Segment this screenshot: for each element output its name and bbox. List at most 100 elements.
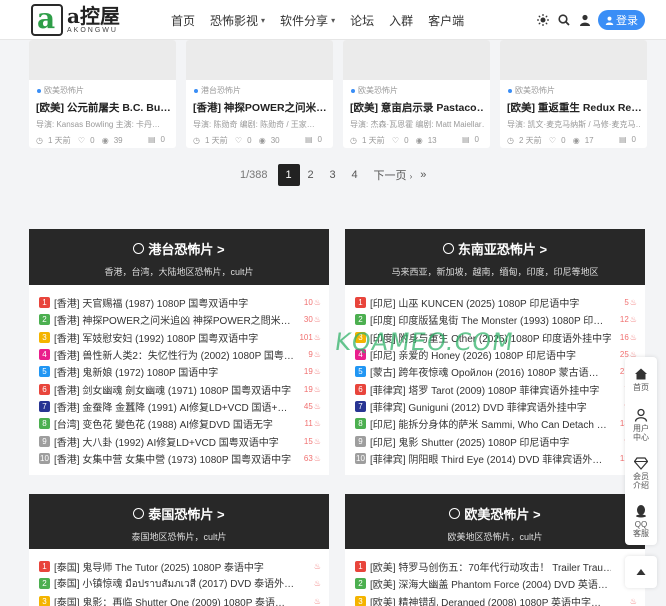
- nav-client[interactable]: 客户端: [428, 12, 464, 29]
- list-item[interactable]: 6[菲律宾] 塔罗 Tarot (2009) 1080P 菲律宾语外挂中字7♨: [355, 380, 637, 397]
- box-title[interactable]: 欧美恐怖片 >: [464, 504, 540, 523]
- back-to-top-button[interactable]: [625, 556, 657, 588]
- post-meta: 导演: 陈勋奇 编剧: 陈勋奇 / 王家…: [193, 120, 315, 129]
- list-item[interactable]: 4 [印尼] 亲爱的 Honey (2026) 1080P 印尼语中字 25 ♨: [355, 346, 637, 363]
- post-title[interactable]: [香港] 神探POWER之问米…: [193, 100, 327, 115]
- list-item[interactable]: 8[印尼] 能拆分身体的萨米 Sammi, Who Can Detach …13…: [355, 415, 637, 432]
- box-title[interactable]: 泰国恐怖片 >: [148, 504, 224, 523]
- list-item[interactable]: 7[菲律宾] Guniguni (2012) DVD 菲律宾语外挂中字9♨: [355, 398, 637, 415]
- list-item[interactable]: 1 [香港] 天官赐福 (1987) 1080P 国粤双语中字 10 ♨: [39, 294, 321, 311]
- category-box-sea: 东南亚恐怖片 > 马来西亚，新加坡，越南，缅甸，印度，印尼等地区 1 [印尼] 山…: [345, 229, 645, 475]
- post-thumbnail[interactable]: [343, 40, 490, 80]
- page-4[interactable]: 4: [344, 164, 366, 186]
- box-title[interactable]: 港台恐怖片 >: [148, 239, 224, 258]
- box-list: 1 [香港] 天官赐福 (1987) 1080P 国粤双语中字 10 ♨ 2 [香港] …: [29, 285, 329, 467]
- heart-icon: ♡: [77, 136, 86, 145]
- site-header: a a控屋 AKONGWU 首页 恐怖影视 ▾ 软件分享 ▾ 论坛 入群 客户端 登…: [0, 0, 666, 40]
- list-item[interactable]: 1 [泰国] 鬼导师 The Tutor (2025) 1080P 泰语中字 ♨: [39, 558, 321, 575]
- category-box-hktw: 港台恐怖片 > 香港，台湾，大陆地区恐怖片，cult片 1 [香港] 天官赐福 (…: [29, 229, 329, 475]
- box-subtitle: 马来西亚，新加坡，越南，缅甸，印度，印尼等地区: [391, 267, 599, 277]
- list-item[interactable]: 2 [印度] 印度版猛鬼街 The Monster (1993) 1080P 印……: [355, 311, 637, 328]
- post-card[interactable]: 欧美恐怖片 [欧美] 公元前屠夫 B.C. Bu… 导演: Kansas Bow…: [29, 40, 176, 148]
- list-item[interactable]: 6 [香港] 剑女幽魂 劍女幽魂 (1971) 1080P 国粤双语中字 19 ♨: [39, 380, 321, 397]
- user-icon[interactable]: [579, 0, 591, 40]
- side-membership-button[interactable]: 会员介绍: [625, 449, 657, 497]
- fire-icon: ♨: [313, 562, 321, 572]
- list-item[interactable]: 9 [香港] 大八卦 (1992) AI修复LD+VCD 国粤双语中字 15 ♨: [39, 432, 321, 449]
- side-home-button[interactable]: 首页: [625, 357, 657, 401]
- post-category[interactable]: 欧美恐怖片: [351, 85, 490, 96]
- box-header[interactable]: 泰国恐怖片 > 泰国地区恐怖片，cult片: [29, 494, 329, 549]
- box-subtitle: 香港，台湾，大陆地区恐怖片，cult片: [104, 267, 254, 277]
- list-item[interactable]: 3 [泰国] 鬼影：再临 Shutter One (2009) 1080P 泰语……: [39, 593, 321, 606]
- fire-icon: ♨: [313, 298, 321, 308]
- box-header[interactable]: 欧美恐怖片 > 欧美地区恐怖片，cult片: [345, 494, 645, 549]
- list-item[interactable]: 5 [香港] 鬼新娘 (1972) 1080P 国语中字 19 ♨: [39, 363, 321, 380]
- fire-icon: ♨: [313, 596, 321, 606]
- box-subtitle: 泰国地区恐怖片，cult片: [131, 532, 227, 542]
- side-user-center-button[interactable]: 用户中心: [625, 401, 657, 449]
- last-page-link[interactable]: »: [420, 169, 426, 181]
- search-icon[interactable]: [558, 0, 570, 40]
- list-item[interactable]: 10 [香港] 女集中营 女集中營 (1973) 1080P 国粤双语中字 63 ♨: [39, 450, 321, 467]
- heart-icon: ♡: [234, 136, 243, 145]
- logo-mark: a: [31, 4, 63, 36]
- post-title[interactable]: [欧美] 意亩启示录 Pastaco…: [350, 100, 484, 115]
- box-list: 1[欧美] 特罗马创伤五：70年代行动攻击！ Trailer Trau…♨ 2[…: [345, 549, 645, 606]
- post-thumbnail[interactable]: [29, 40, 176, 80]
- post-stats: ◷ 1 天前 ♡ 0 ◉ 13 ▤ 0: [350, 135, 479, 145]
- box-header[interactable]: 东南亚恐怖片 > 马来西亚，新加坡，越南，缅甸，印度，印尼等地区: [345, 229, 645, 285]
- list-item[interactable]: 7 [香港] 金蚕降 金蠶降 (1991) AI修复LD+VCD 国语+… 45 ♨: [39, 398, 321, 415]
- theme-toggle-icon[interactable]: [537, 0, 549, 40]
- list-item[interactable]: 8 [台湾] 变色花 變色花 (1988) AI修复DVD 国语无字 11 ♨: [39, 415, 321, 432]
- post-category[interactable]: 欧美恐怖片: [37, 85, 176, 96]
- post-stats: ◷ 1 天前 ♡ 0 ◉ 39 ▤ 0: [36, 135, 165, 145]
- nav-software[interactable]: 软件分享 ▾: [280, 12, 335, 29]
- fire-icon: ♨: [313, 419, 321, 429]
- chevron-down-icon: ▾: [331, 15, 336, 25]
- post-card[interactable]: 欧美恐怖片 [欧美] 意亩启示录 Pastaco… 导演: 杰森·瓦恩霍 编剧:…: [343, 40, 490, 148]
- list-item[interactable]: 1 [印尼] 山巫 KUNCEN (2025) 1080P 印尼语中字 5 ♨: [355, 294, 637, 311]
- list-item[interactable]: 2 [香港] 神探POWER之问米追凶 神探POWER之問米… 30 ♨: [39, 311, 321, 328]
- list-item[interactable]: 2 [欧美] 深海大幽盖 Phantom Force (2004) DVD 英语……: [355, 575, 637, 592]
- list-item[interactable]: 1[欧美] 特罗马创伤五：70年代行动攻击！ Trailer Trau…♨: [355, 558, 637, 575]
- post-thumbnail[interactable]: [500, 40, 647, 80]
- post-card[interactable]: 港台恐怖片 [香港] 神探POWER之问米… 导演: 陈勋奇 编剧: 陈勋奇 /…: [186, 40, 333, 148]
- nav-home[interactable]: 首页: [171, 12, 195, 29]
- site-logo[interactable]: a a控屋 AKONGWU: [31, 4, 120, 36]
- box-list: 1 [印尼] 山巫 KUNCEN (2025) 1080P 印尼语中字 5 ♨ 2 [印…: [345, 285, 645, 467]
- post-category[interactable]: 港台恐怖片: [194, 85, 333, 96]
- box-title[interactable]: 东南亚恐怖片 >: [458, 239, 547, 258]
- post-title[interactable]: [欧美] 公元前屠夫 B.C. Bu…: [36, 100, 170, 115]
- page-3[interactable]: 3: [322, 164, 344, 186]
- list-item[interactable]: 10[菲律宾] 阴阳眼 Third Eye (2014) DVD 菲律宾语外…1…: [355, 450, 637, 467]
- page-1[interactable]: 1: [277, 164, 300, 186]
- nav-join-group[interactable]: 入群: [389, 12, 413, 29]
- list-item[interactable]: 3 [香港] 军妓慰安妇 (1992) 1080P 国粤双语中字 101 ♨: [39, 329, 321, 346]
- post-meta: 导演: 杰森·瓦恩霍 编剧: Matt Maiellar…: [350, 120, 484, 129]
- list-item[interactable]: 9[印尼] 鬼影 Shutter (2025) 1080P 印尼语中字9♨: [355, 432, 637, 449]
- post-meta: 导演: 凯文·麦克马纳斯 / 马修·麦克马…: [507, 120, 641, 129]
- post-card[interactable]: 欧美恐怖片 [欧美] 重返重生 Redux Re… 导演: 凯文·麦克马纳斯 /…: [500, 40, 647, 148]
- eye-icon: ◉: [415, 136, 423, 145]
- next-page-link[interactable]: 下一页 ›: [374, 167, 413, 183]
- diamond-icon: [634, 457, 648, 470]
- side-qq-service-button[interactable]: QQ客服: [625, 497, 657, 545]
- page-info: 1/388: [240, 169, 268, 181]
- box-header[interactable]: 港台恐怖片 > 香港，台湾，大陆地区恐怖片，cult片: [29, 229, 329, 285]
- comment-icon: ▤: [461, 135, 470, 144]
- list-item[interactable]: 2 [泰国] 小镇惊魂 มือปราบสัมภเวสี (2017) DVD 泰语…: [39, 575, 321, 592]
- page-2[interactable]: 2: [300, 164, 322, 186]
- nav-horror-movies[interactable]: 恐怖影视 ▾: [210, 12, 265, 29]
- list-item[interactable]: 4 [香港] 兽性新人类2：失忆性行为 (2002) 1080P 国粤… 9 ♨: [39, 346, 321, 363]
- list-item[interactable]: 5[蒙古] 跨年夜惊魂 Оройлон (2016) 1080P 蒙古语…21♨: [355, 363, 637, 380]
- post-category[interactable]: 欧美恐怖片: [508, 85, 647, 96]
- post-title[interactable]: [欧美] 重返重生 Redux Re…: [507, 100, 641, 115]
- login-button[interactable]: 登录: [598, 10, 645, 30]
- nav-forum[interactable]: 论坛: [350, 12, 374, 29]
- list-item[interactable]: 3 [印度] 附身与重生 Other (2025) 1080P 印度语外挂中字 16…: [355, 329, 637, 346]
- list-item[interactable]: 3 [欧美] 精神错乱 Deranged (2008) 1080P 英语中字… ♨: [355, 593, 637, 606]
- post-thumbnail[interactable]: [186, 40, 333, 80]
- chevron-down-icon: ▾: [261, 15, 266, 25]
- box-list: 1 [泰国] 鬼导师 The Tutor (2025) 1080P 泰语中字 ♨ 2…: [29, 549, 329, 606]
